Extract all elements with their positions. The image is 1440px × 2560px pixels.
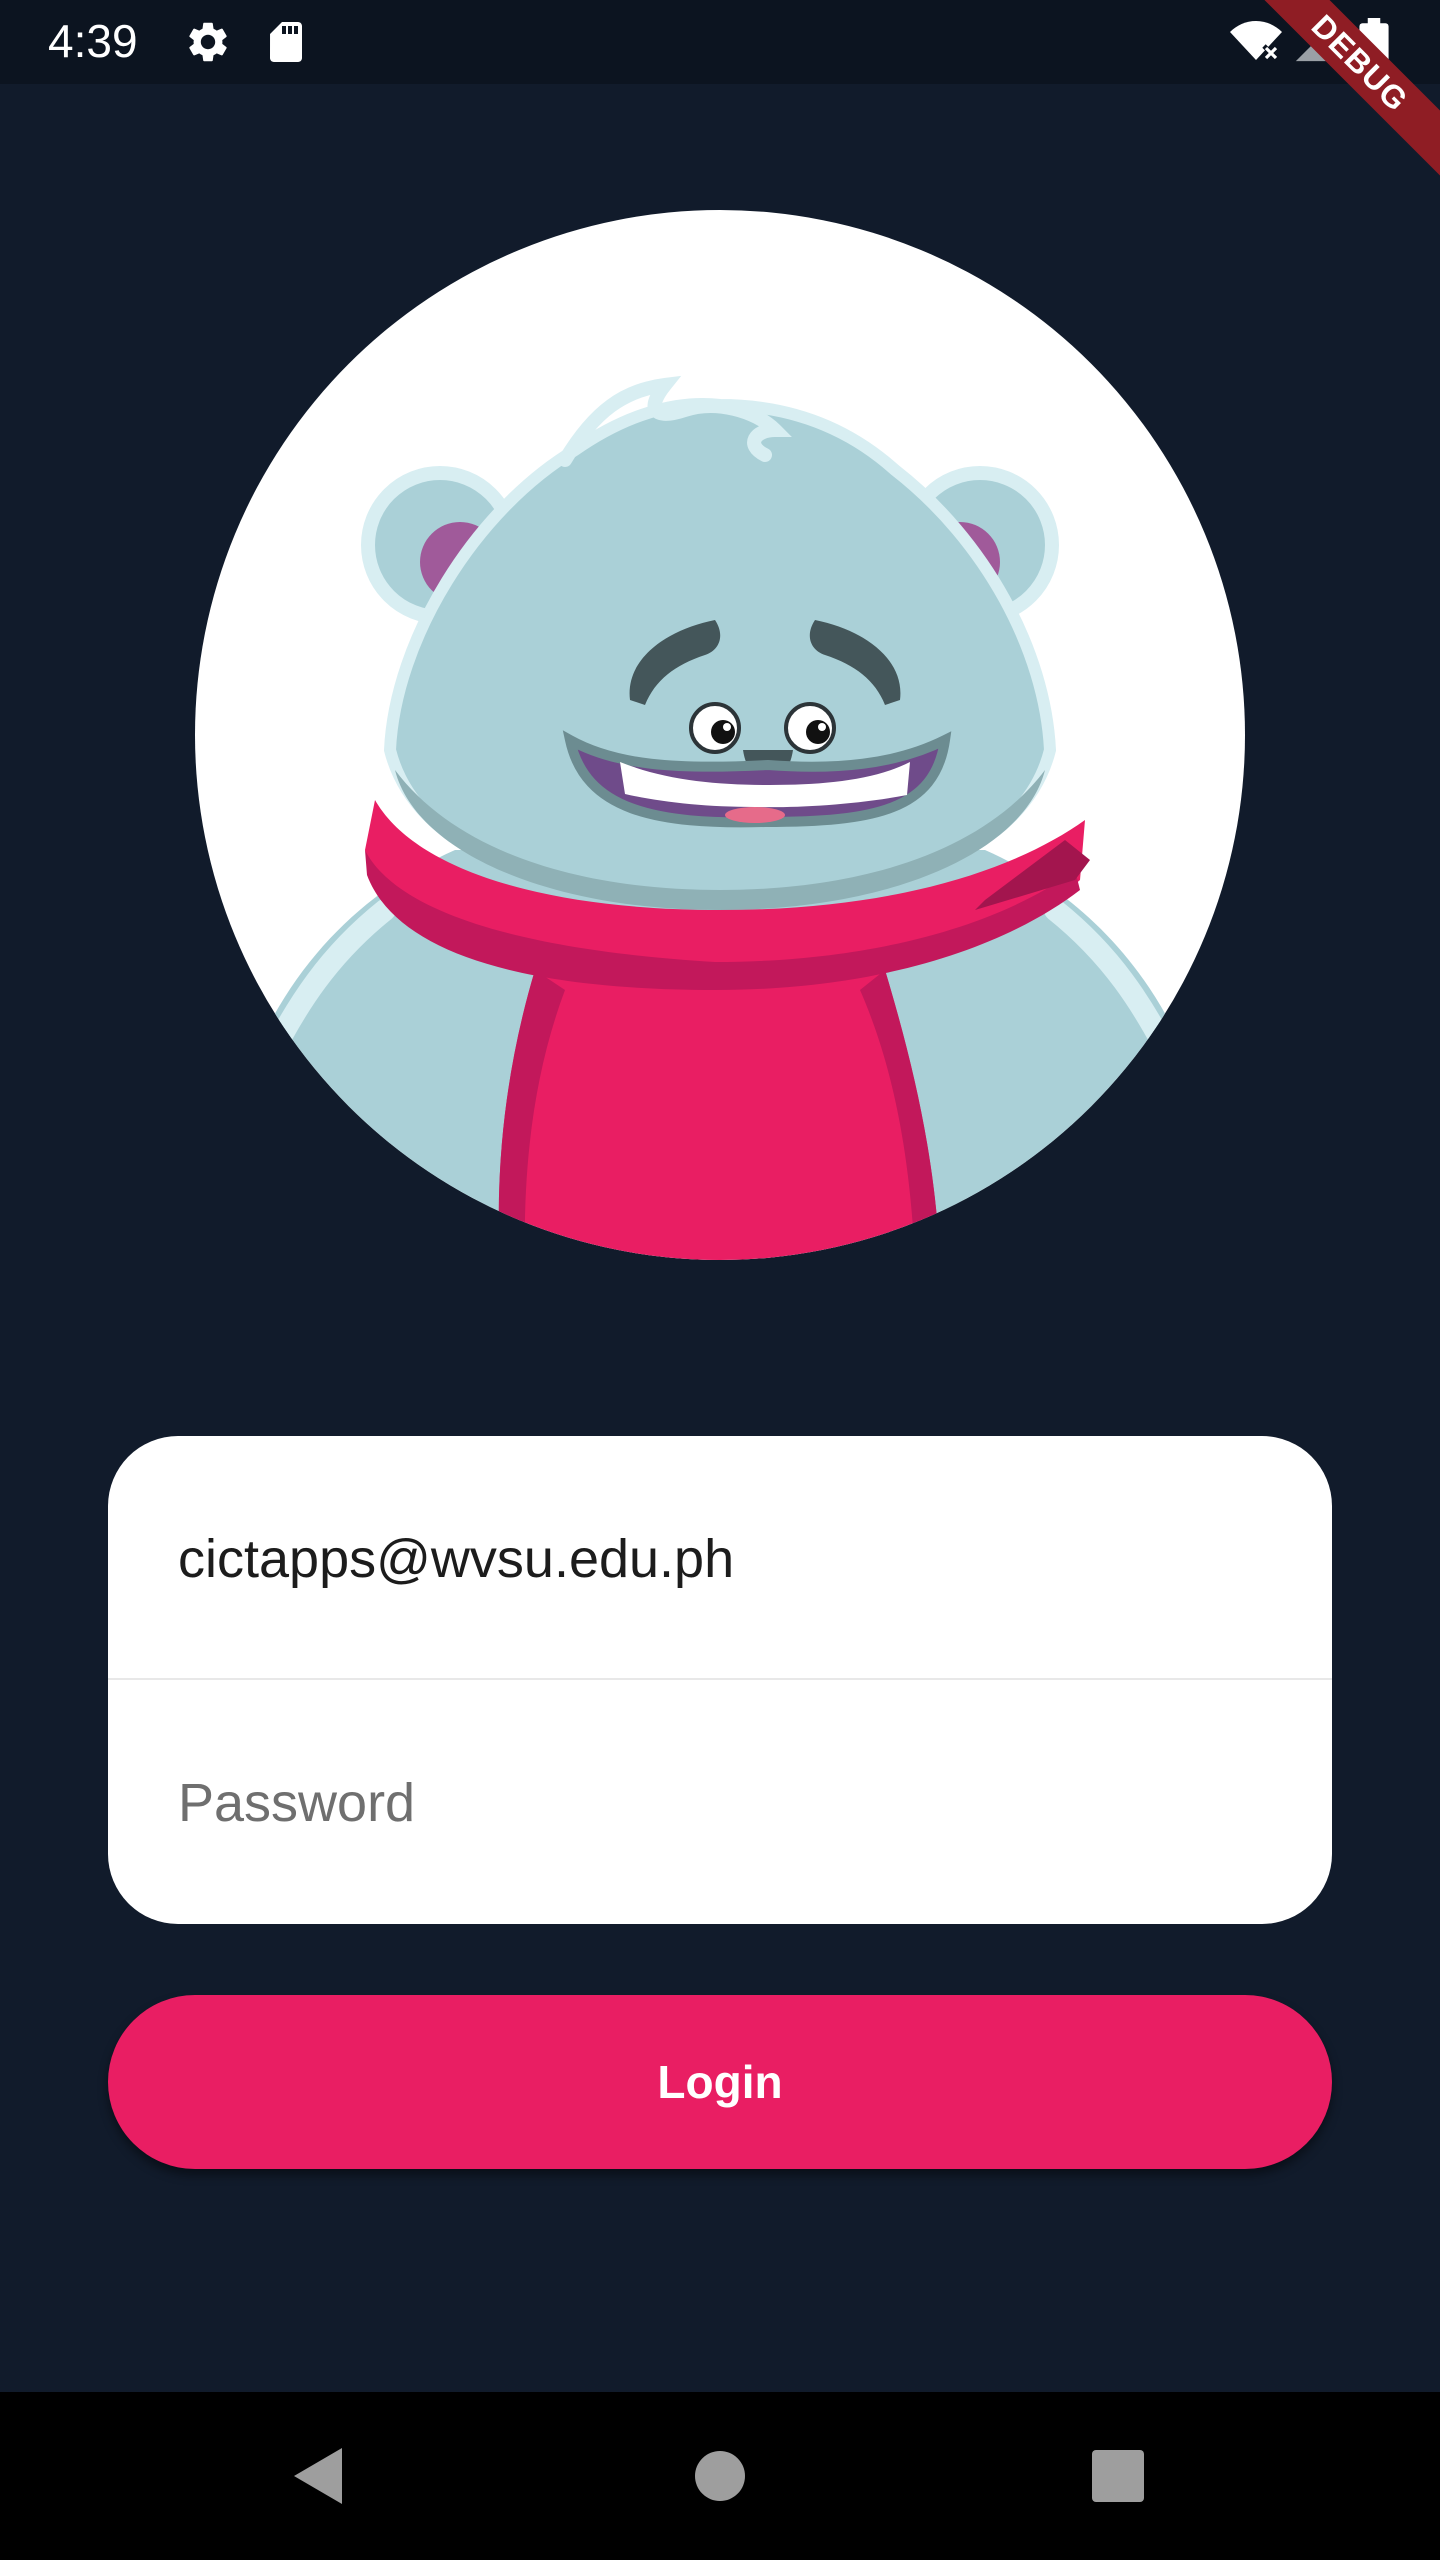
status-time: 4:39: [48, 15, 138, 67]
email-field[interactable]: [178, 1504, 1258, 1614]
status-bar: 4:39: [0, 0, 1440, 84]
back-icon[interactable]: [290, 2444, 346, 2508]
recents-icon[interactable]: [1092, 2450, 1144, 2502]
login-form: [108, 1436, 1332, 1924]
password-field-container: [108, 1680, 1332, 1924]
wifi-off-icon: [1230, 21, 1282, 62]
login-button[interactable]: Login: [108, 1995, 1332, 2169]
navigation-bar: [0, 2392, 1440, 2560]
login-screen: 4:39 DEBUG cictapps@wvsu.edu.ph Login: [0, 0, 1440, 2560]
avatar: [195, 210, 1245, 1260]
password-field[interactable]: [178, 1748, 1258, 1858]
polar-bear-with-scarf-icon: [195, 375, 1245, 1260]
home-icon[interactable]: [694, 2450, 746, 2502]
settings-icon: [189, 22, 227, 62]
email-field-container: [108, 1436, 1332, 1680]
sd-card-icon: [270, 22, 302, 62]
